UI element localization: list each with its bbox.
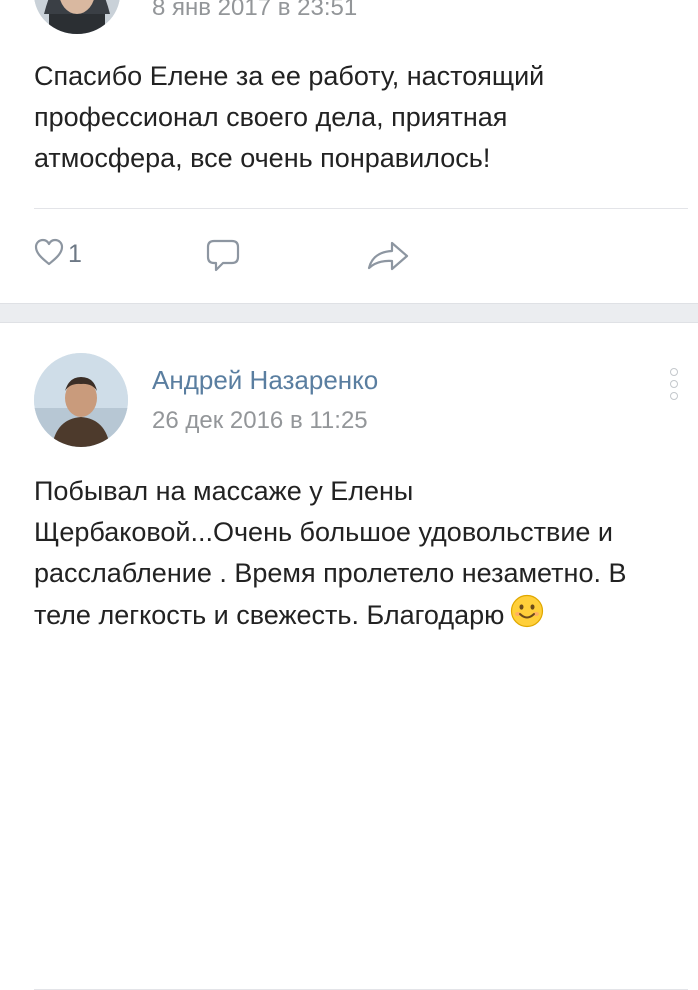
- avatar[interactable]: [34, 0, 120, 34]
- heart-icon: [34, 238, 64, 271]
- avatar[interactable]: [34, 353, 128, 447]
- comment-button[interactable]: [205, 238, 241, 279]
- post-date: 8 янв 2017 в 23:51: [152, 0, 358, 21]
- share-button[interactable]: [366, 240, 410, 277]
- post-text: Побывал на массаже у Елены Щербаковой...…: [34, 471, 658, 640]
- like-count: 1: [68, 240, 82, 268]
- more-vertical-icon[interactable]: [669, 365, 679, 401]
- author-name[interactable]: Андрей Назаренко: [152, 365, 378, 396]
- divider: [34, 208, 688, 209]
- share-icon: [366, 240, 410, 277]
- post-date: 26 дек 2016 в 11:25: [152, 407, 368, 434]
- post-card: Андрей Назаренко 26 дек 2016 в 11:25 Поб…: [0, 323, 698, 990]
- post-card: 8 янв 2017 в 23:51 Спасибо Елене за ее р…: [0, 0, 698, 303]
- post-actions: 1: [0, 232, 698, 284]
- post-text: Спасибо Елене за ее работу, настоящий пр…: [34, 61, 545, 173]
- like-button[interactable]: 1: [34, 238, 82, 271]
- comment-icon: [205, 238, 241, 279]
- smiling-face-emoji-icon: [510, 594, 544, 640]
- post-separator: [0, 303, 698, 323]
